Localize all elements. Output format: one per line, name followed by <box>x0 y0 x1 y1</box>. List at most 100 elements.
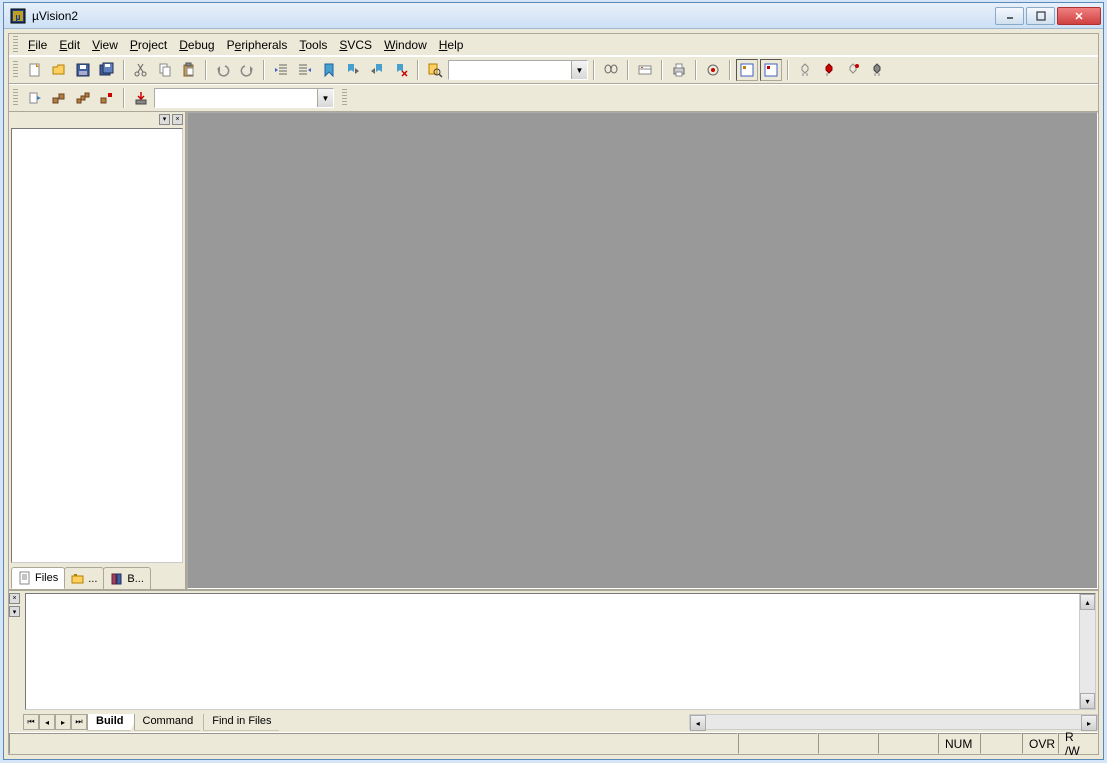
breakpoint-button[interactable] <box>794 59 816 81</box>
menu-peripherals[interactable]: Peripherals <box>221 36 294 54</box>
next-bookmark-button[interactable] <box>342 59 364 81</box>
tab-command-label: Command <box>143 715 194 727</box>
kill-breakpoint-button[interactable] <box>818 59 840 81</box>
find-button[interactable] <box>600 59 622 81</box>
menubar: File Edit View Project Debug Peripherals… <box>9 34 1098 56</box>
tab-files[interactable]: Files <box>11 567 65 589</box>
output-close-button[interactable]: × <box>9 593 20 604</box>
tab-books-label: B... <box>127 573 144 585</box>
project-tabs: Files ... B... <box>9 565 185 589</box>
rebuild-all-button[interactable] <box>72 87 94 109</box>
scroll-left-icon[interactable]: ◂ <box>690 715 706 731</box>
build-button[interactable] <box>48 87 70 109</box>
print-button[interactable] <box>668 59 690 81</box>
tab-find-in-files[interactable]: Find in Files <box>203 714 286 731</box>
options-button[interactable] <box>736 59 758 81</box>
target-combo[interactable]: ▼ <box>154 88 334 108</box>
menu-svcs[interactable]: SVCS <box>333 36 378 54</box>
output-vscrollbar[interactable]: ▴ ▾ <box>1079 594 1095 709</box>
output-section: × ▾ ▴ ▾ ⏮ ◂ ▸ ⏭ <box>9 589 1098 732</box>
redo-button[interactable] <box>236 59 258 81</box>
app-icon: µ <box>10 8 26 24</box>
pane-close-button[interactable]: × <box>172 114 183 125</box>
close-button[interactable] <box>1057 7 1101 25</box>
menu-file[interactable]: File <box>22 36 53 54</box>
find-combo[interactable]: ▼ <box>448 60 588 80</box>
project-tree[interactable] <box>11 128 183 563</box>
enable-breakpoint-button[interactable] <box>866 59 888 81</box>
status-scroll <box>980 733 1022 754</box>
pane-dropdown-button[interactable]: ▾ <box>159 114 170 125</box>
tab-nav-prev-icon[interactable]: ◂ <box>39 714 55 730</box>
clear-bookmarks-button[interactable] <box>390 59 412 81</box>
source-browser-button[interactable] <box>634 59 656 81</box>
output-dropdown-button[interactable]: ▾ <box>9 606 20 617</box>
status-caps <box>878 733 938 754</box>
scroll-down-icon[interactable]: ▾ <box>1080 693 1095 709</box>
paste-button[interactable] <box>178 59 200 81</box>
open-file-button[interactable] <box>48 59 70 81</box>
menu-debug[interactable]: Debug <box>173 36 220 54</box>
indent-right-button[interactable] <box>294 59 316 81</box>
menu-window[interactable]: Window <box>378 36 433 54</box>
cut-button[interactable] <box>130 59 152 81</box>
chevron-down-icon[interactable]: ▼ <box>317 89 333 107</box>
translate-button[interactable] <box>24 87 46 109</box>
titlebar[interactable]: µ µVision2 <box>4 3 1103 29</box>
toolbar-build: ▼ <box>9 84 1098 112</box>
stop-build-button[interactable] <box>96 87 118 109</box>
save-all-button[interactable] <box>96 59 118 81</box>
workspace-upper: ▾ × Files ... <box>9 112 1098 589</box>
download-button[interactable] <box>130 87 152 109</box>
tab-command[interactable]: Command <box>134 714 209 731</box>
status-cursor-line <box>738 733 818 754</box>
menu-project[interactable]: Project <box>124 36 173 54</box>
project-pane: ▾ × Files ... <box>9 112 187 589</box>
tab-build[interactable]: Build <box>87 714 139 731</box>
undo-button[interactable] <box>212 59 234 81</box>
status-ovr: OVR <box>1022 733 1058 754</box>
tab-nav-first-icon[interactable]: ⏮ <box>23 714 39 730</box>
grip-icon[interactable] <box>13 36 18 54</box>
status-num: NUM <box>938 733 980 754</box>
toggle-bookmark-button[interactable] <box>318 59 340 81</box>
tab-books[interactable]: B... <box>103 567 151 589</box>
status-cursor-col <box>818 733 878 754</box>
tab-regs[interactable]: ... <box>64 567 104 589</box>
tab-nav-next-icon[interactable]: ▸ <box>55 714 71 730</box>
menu-help[interactable]: Help <box>433 36 470 54</box>
find-in-files-button[interactable] <box>424 59 446 81</box>
output-pane-buttons: × ▾ <box>9 591 23 732</box>
status-rw: R /W <box>1058 733 1098 754</box>
chevron-down-icon[interactable]: ▼ <box>571 61 587 79</box>
debug-start-button[interactable] <box>702 59 724 81</box>
main-window: µ µVision2 File Edit View Project Debug … <box>3 2 1104 760</box>
menu-tools[interactable]: Tools <box>293 36 333 54</box>
window-title: µVision2 <box>32 9 995 23</box>
new-file-button[interactable] <box>24 59 46 81</box>
grip-icon[interactable] <box>13 89 18 107</box>
document-icon <box>18 571 32 585</box>
prev-bookmark-button[interactable] <box>366 59 388 81</box>
copy-button[interactable] <box>154 59 176 81</box>
editor-area[interactable] <box>187 112 1098 589</box>
scroll-up-icon[interactable]: ▴ <box>1080 594 1095 610</box>
status-message <box>9 733 738 754</box>
books-icon <box>110 572 124 586</box>
tab-nav-last-icon[interactable]: ⏭ <box>71 714 87 730</box>
grip-icon[interactable] <box>342 89 347 107</box>
grip-icon[interactable] <box>13 61 18 79</box>
toolbar-standard: ▼ <box>9 56 1098 84</box>
maximize-button[interactable] <box>1026 7 1055 25</box>
save-button[interactable] <box>72 59 94 81</box>
disable-breakpoint-button[interactable] <box>842 59 864 81</box>
tab-files-label: Files <box>35 572 58 584</box>
minimize-button[interactable] <box>995 7 1024 25</box>
menu-edit[interactable]: Edit <box>53 36 86 54</box>
output-text[interactable]: ▴ ▾ <box>25 593 1096 710</box>
options2-button[interactable] <box>760 59 782 81</box>
output-hscrollbar[interactable]: ◂ ▸ <box>689 714 1098 730</box>
indent-left-button[interactable] <box>270 59 292 81</box>
pane-header: ▾ × <box>9 112 185 126</box>
menu-view[interactable]: View <box>86 36 124 54</box>
